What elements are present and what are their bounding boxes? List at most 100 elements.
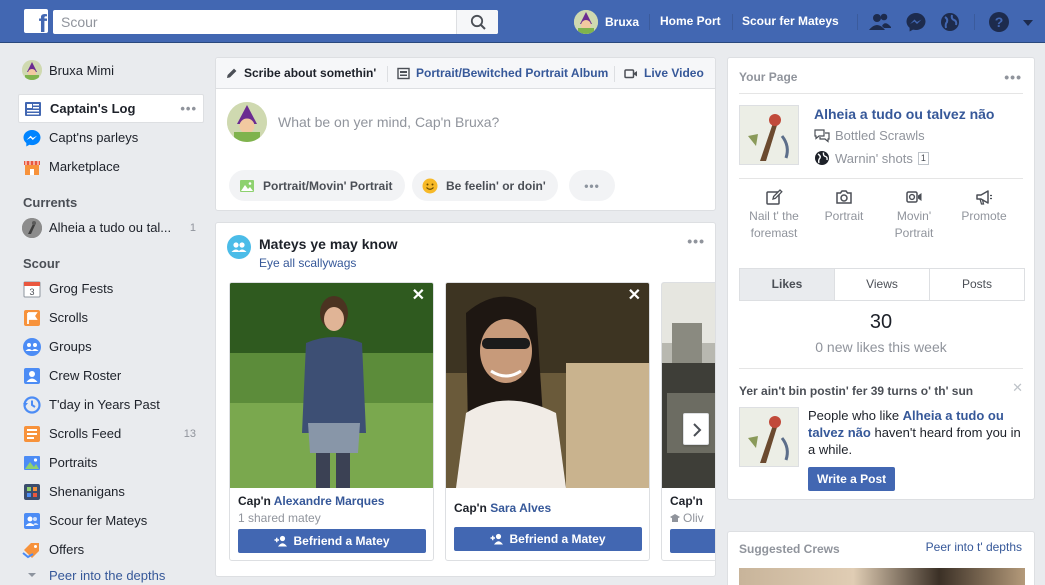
smiley-icon bbox=[422, 178, 438, 193]
more-options-icon[interactable]: ••• bbox=[1004, 69, 1022, 85]
close-icon[interactable]: ✕ bbox=[412, 288, 425, 304]
create-post-action[interactable]: Nail t' the foremast bbox=[738, 188, 810, 242]
sidebar-item-find-friends[interactable]: Scour fer Mateys bbox=[18, 506, 204, 535]
tab-live-video[interactable]: Live Video bbox=[624, 58, 704, 89]
sidebar-item-memories[interactable]: T'day in Years Past bbox=[18, 390, 204, 419]
suggested-groups-card: Suggested Crews Peer into t' depths bbox=[727, 531, 1035, 585]
action-label: Nail t' the foremast bbox=[749, 209, 799, 240]
sidebar-item-label: Capt'ns parleys bbox=[49, 130, 139, 145]
sidebar-item-marketplace[interactable]: Marketplace bbox=[18, 152, 204, 181]
promote-action[interactable]: Promote bbox=[948, 188, 1020, 225]
see-more-link[interactable]: Peer into t' depths bbox=[926, 540, 1022, 554]
sidebar-item-news-feed[interactable]: Captain's Log ••• bbox=[18, 94, 204, 123]
page-thumbnail[interactable] bbox=[739, 407, 799, 467]
sidebar-item-events[interactable]: 3 Grog Fests bbox=[18, 274, 204, 303]
carousel-next-button[interactable] bbox=[683, 413, 709, 445]
feeling-activity-button[interactable]: Be feelin' or doin' bbox=[412, 170, 558, 201]
reminder-title: Yer ain't bin postin' fer 39 turns o' th… bbox=[739, 384, 974, 398]
home-link[interactable]: Home Port bbox=[660, 0, 721, 43]
post-composer: Scribe about somethin' Portrait/Bewitche… bbox=[215, 57, 716, 211]
sidebar-item-games[interactable]: Shenanigans bbox=[18, 477, 204, 506]
add-friend-label: Befriend a Matey bbox=[509, 532, 606, 546]
notifications-count-badge: 1 bbox=[917, 151, 929, 165]
account-menu-chevron-icon[interactable] bbox=[1021, 11, 1035, 33]
sidebar-item-profile[interactable]: Bruxa Mimi bbox=[18, 56, 204, 84]
person-name-link[interactable]: Alexandre Marques bbox=[274, 494, 385, 508]
sidebar-see-more-link[interactable]: Peer into the depths bbox=[18, 564, 204, 585]
tab-photo-album[interactable]: Portrait/Bewitched Portrait Album bbox=[397, 58, 608, 89]
calendar-icon: 3 bbox=[23, 281, 41, 297]
chevron-down-icon bbox=[28, 573, 36, 577]
add-friend-button[interactable]: Befriend a Matey bbox=[238, 529, 426, 553]
more-options-icon[interactable]: ••• bbox=[180, 101, 197, 116]
tab-likes[interactable]: Likes bbox=[740, 269, 834, 300]
divider bbox=[739, 178, 1023, 179]
search-input[interactable] bbox=[53, 10, 453, 34]
more-options-icon[interactable]: ••• bbox=[687, 233, 705, 249]
svg-text:3: 3 bbox=[29, 287, 34, 297]
see-more-label: Peer into the depths bbox=[49, 567, 166, 583]
pencil-icon bbox=[227, 68, 237, 78]
add-friend-button[interactable] bbox=[670, 529, 715, 553]
tab-posts[interactable]: Posts bbox=[929, 269, 1024, 300]
profile-link[interactable]: Bruxa bbox=[574, 10, 639, 34]
sidebar-item-friend-lists[interactable]: Crew Roster bbox=[18, 361, 204, 390]
person-photo[interactable] bbox=[662, 283, 715, 488]
close-icon[interactable]: ✕ bbox=[1012, 380, 1023, 396]
sidebar-item-pages[interactable]: Scrolls bbox=[18, 303, 204, 332]
group-cover-image[interactable] bbox=[739, 568, 1025, 585]
sidebar-item-label: Captain's Log bbox=[50, 101, 136, 116]
sidebar-item-label: Groups bbox=[49, 339, 92, 354]
person-photo[interactable] bbox=[446, 283, 649, 488]
person-photo[interactable] bbox=[230, 283, 433, 488]
likes-this-week: 0 new likes this week bbox=[815, 339, 947, 355]
divider bbox=[739, 93, 1023, 94]
messages-label: Bottled Scrawls bbox=[835, 128, 925, 143]
sidebar-item-page-shortcut[interactable]: Alheia a tudo ou tal... 1 bbox=[18, 213, 204, 242]
person-name: Cap'n Sara Alves bbox=[454, 501, 552, 515]
sidebar-item-pages-feed[interactable]: Scrolls Feed 13 bbox=[18, 419, 204, 448]
person-name-link[interactable]: Sara Alves bbox=[490, 501, 551, 515]
page-avatar bbox=[22, 217, 42, 238]
sidebar-item-label: Marketplace bbox=[49, 159, 120, 174]
see-all-link[interactable]: Eye all scallywags bbox=[259, 256, 356, 270]
globe-notifications-icon[interactable] bbox=[939, 11, 961, 33]
write-post-button[interactable]: Write a Post bbox=[808, 467, 896, 491]
find-friends-link[interactable]: Scour fer Mateys bbox=[742, 0, 839, 43]
tab-create-post[interactable]: Scribe about somethin' bbox=[225, 58, 376, 89]
page-messages-link[interactable]: Bottled Scrawls bbox=[814, 128, 925, 143]
search-button[interactable] bbox=[456, 10, 498, 34]
close-icon[interactable]: ✕ bbox=[628, 288, 641, 304]
video-action[interactable]: Movin' Portrait bbox=[878, 188, 950, 242]
page-thumbnail[interactable] bbox=[739, 105, 799, 165]
marketplace-icon bbox=[24, 160, 40, 175]
megaphone-icon bbox=[976, 190, 992, 205]
facebook-logo[interactable]: f bbox=[24, 9, 48, 33]
avatar bbox=[227, 102, 267, 142]
friend-requests-icon[interactable] bbox=[869, 11, 891, 33]
offers-icon bbox=[22, 542, 39, 558]
person-card: ✕ Cap'n Alexandre Marques 1 shared matey… bbox=[229, 282, 434, 561]
memories-icon bbox=[23, 395, 41, 414]
more-options-button[interactable]: ••• bbox=[569, 170, 615, 201]
photo-action[interactable]: Portrait bbox=[808, 188, 880, 225]
tab-label: Scribe about somethin' bbox=[244, 66, 377, 80]
sidebar-item-offers[interactable]: Offers bbox=[18, 535, 204, 564]
pages-flag-icon bbox=[24, 309, 40, 326]
sidebar-item-label: Shenanigans bbox=[49, 484, 125, 499]
page-notifications-link[interactable]: Warnin' shots 1 bbox=[814, 150, 929, 166]
search-icon bbox=[470, 14, 486, 30]
add-friend-button[interactable]: Befriend a Matey bbox=[454, 527, 642, 551]
globe-icon bbox=[815, 151, 829, 165]
help-icon[interactable]: ? bbox=[988, 11, 1010, 33]
sidebar-item-photos[interactable]: Portraits bbox=[18, 448, 204, 477]
page-name-link[interactable]: Alheia a tudo ou talvez não bbox=[814, 106, 994, 122]
composer-text-field[interactable]: What be on yer mind, Cap'n Bruxa? bbox=[278, 114, 499, 130]
photo-video-button[interactable]: Portrait/Movin' Portrait bbox=[229, 170, 405, 201]
action-label: Promote bbox=[961, 209, 1007, 223]
tab-views[interactable]: Views bbox=[834, 269, 929, 300]
messenger-icon[interactable] bbox=[905, 11, 927, 33]
sidebar-item-messenger[interactable]: Capt'ns parleys bbox=[18, 123, 204, 152]
sidebar-item-groups[interactable]: Groups bbox=[18, 332, 204, 361]
composer-tabs: Scribe about somethin' Portrait/Bewitche… bbox=[216, 58, 715, 89]
